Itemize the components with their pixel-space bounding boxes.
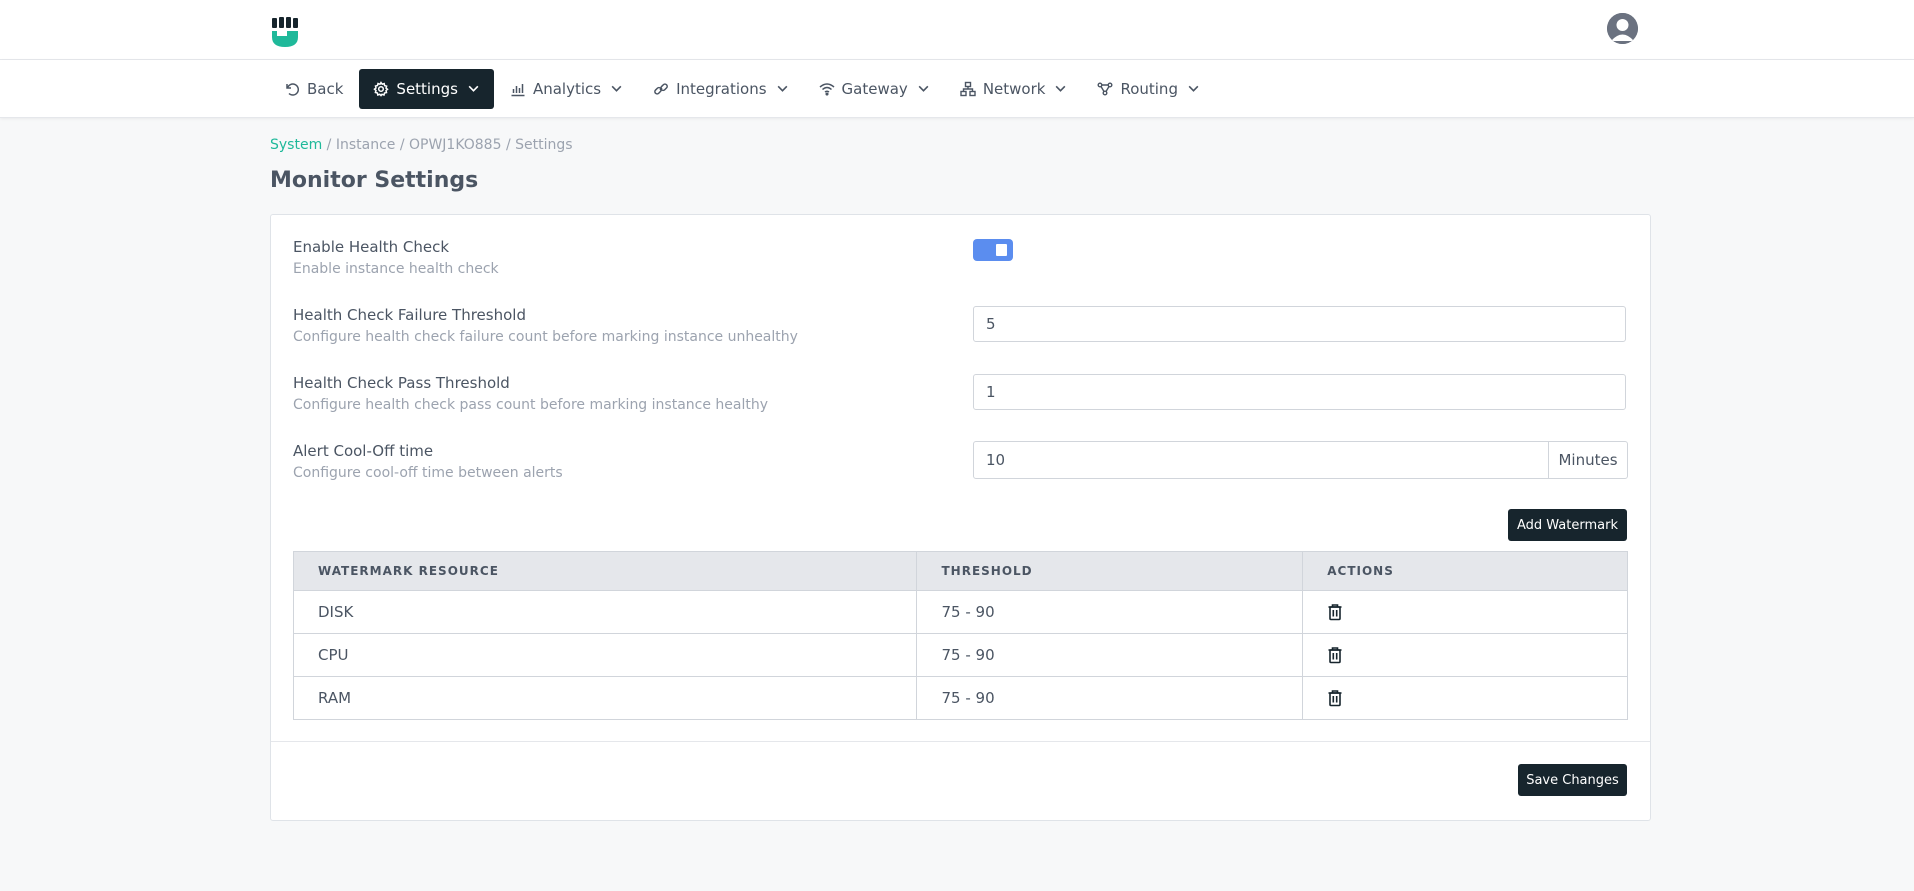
health-check-desc: Enable instance health check: [293, 261, 499, 277]
add-watermark-button[interactable]: Add Watermark: [1508, 509, 1627, 541]
card-footer: Save Changes: [271, 741, 1650, 821]
nav-gateway-label: Gateway: [841, 79, 908, 98]
table-row: RAM 75 - 90: [292, 676, 1628, 720]
chevron-down-icon: [777, 85, 787, 92]
health-check-setting: Enable Health Check Enable instance heal…: [293, 238, 499, 277]
page-title: Monitor Settings: [270, 168, 479, 193]
actions-cell: [1302, 633, 1628, 677]
chevron-down-icon: [1188, 85, 1199, 92]
nav-back[interactable]: Back: [270, 69, 357, 109]
nav-integrations-label: Integrations: [676, 79, 767, 98]
trash-icon[interactable]: [1327, 603, 1343, 621]
nav-integrations[interactable]: Integrations: [639, 69, 802, 109]
cooloff-input[interactable]: [974, 442, 1548, 478]
threshold-cell: 75 - 90: [916, 676, 1304, 720]
table-row: DISK 75 - 90: [292, 590, 1628, 634]
logo-icon[interactable]: [270, 16, 300, 48]
nav-analytics[interactable]: Analytics: [496, 69, 637, 109]
bar-chart-icon: [511, 83, 525, 96]
cooloff-setting: Alert Cool-Off time Configure cool-off t…: [293, 442, 563, 481]
top-bar: [0, 0, 1914, 60]
nav-network[interactable]: Network: [946, 69, 1082, 109]
chevron-down-icon: [918, 85, 929, 92]
cooloff-unit: Minutes: [1548, 442, 1627, 478]
undo-icon: [286, 82, 300, 96]
column-header-actions: ACTIONS: [1302, 551, 1628, 591]
cooloff-desc: Configure cool-off time between alerts: [293, 465, 563, 481]
nav-settings[interactable]: Settings: [359, 68, 494, 109]
health-check-toggle[interactable]: [973, 239, 1013, 261]
pass-threshold-title: Health Check Pass Threshold: [293, 374, 510, 392]
link-icon: [654, 82, 669, 95]
nav-routing-label: Routing: [1120, 79, 1178, 98]
resource-cell: DISK: [292, 590, 918, 634]
avatar[interactable]: [1607, 13, 1638, 44]
nav-routing[interactable]: Routing: [1083, 69, 1214, 109]
routing-icon: [1097, 82, 1113, 95]
resource-cell: RAM: [292, 676, 918, 720]
nav-back-label: Back: [307, 79, 344, 98]
resource-cell: CPU: [292, 633, 918, 677]
breadcrumb: System / Instance / OPWJ1KO885 / Setting…: [270, 137, 573, 153]
health-check-title: Enable Health Check: [293, 238, 450, 256]
monitor-settings-card: Enable Health Check Enable instance heal…: [270, 214, 1651, 821]
failure-threshold-input[interactable]: [973, 306, 1626, 342]
toggle-knob: [996, 244, 1007, 256]
nav-settings-label: Settings: [396, 79, 458, 98]
user-icon: [1607, 13, 1638, 44]
column-header-threshold: THRESHOLD: [916, 551, 1304, 591]
main-nav: Back Settings Analytics Integrations Gat…: [0, 60, 1914, 118]
actions-cell: [1302, 590, 1628, 634]
cooloff-title: Alert Cool-Off time: [293, 442, 434, 460]
table-header-row: WATERMARK RESOURCE THRESHOLD ACTIONS: [292, 551, 1628, 591]
pass-threshold-input[interactable]: [973, 374, 1626, 410]
threshold-cell: 75 - 90: [916, 590, 1304, 634]
table-row: CPU 75 - 90: [292, 633, 1628, 677]
watermark-table: WATERMARK RESOURCE THRESHOLD ACTIONS DIS…: [292, 551, 1628, 720]
network-icon: [960, 81, 976, 96]
gear-icon: [373, 80, 390, 97]
failure-threshold-desc: Configure health check failure count bef…: [293, 329, 798, 345]
chevron-down-icon: [611, 85, 622, 92]
nav-gateway[interactable]: Gateway: [805, 69, 944, 109]
nav-network-label: Network: [982, 79, 1046, 98]
breadcrumb-path: / Instance / OPWJ1KO885 / Settings: [322, 137, 573, 153]
wifi-icon: [819, 82, 835, 96]
cooloff-input-group: Minutes: [973, 441, 1628, 479]
chevron-down-icon: [1056, 85, 1066, 92]
actions-cell: [1302, 676, 1628, 720]
failure-threshold-setting: Health Check Failure Threshold Configure…: [293, 306, 798, 345]
chevron-down-icon: [468, 85, 479, 92]
trash-icon[interactable]: [1327, 646, 1343, 664]
column-header-resource: WATERMARK RESOURCE: [292, 551, 918, 591]
breadcrumb-system-link[interactable]: System: [270, 137, 322, 153]
pass-threshold-desc: Configure health check pass count before…: [293, 397, 769, 413]
failure-threshold-title: Health Check Failure Threshold: [293, 306, 526, 324]
trash-icon[interactable]: [1327, 689, 1343, 707]
save-changes-button[interactable]: Save Changes: [1518, 764, 1627, 796]
pass-threshold-setting: Health Check Pass Threshold Configure he…: [293, 374, 768, 413]
nav-analytics-label: Analytics: [532, 79, 602, 98]
threshold-cell: 75 - 90: [916, 633, 1304, 677]
